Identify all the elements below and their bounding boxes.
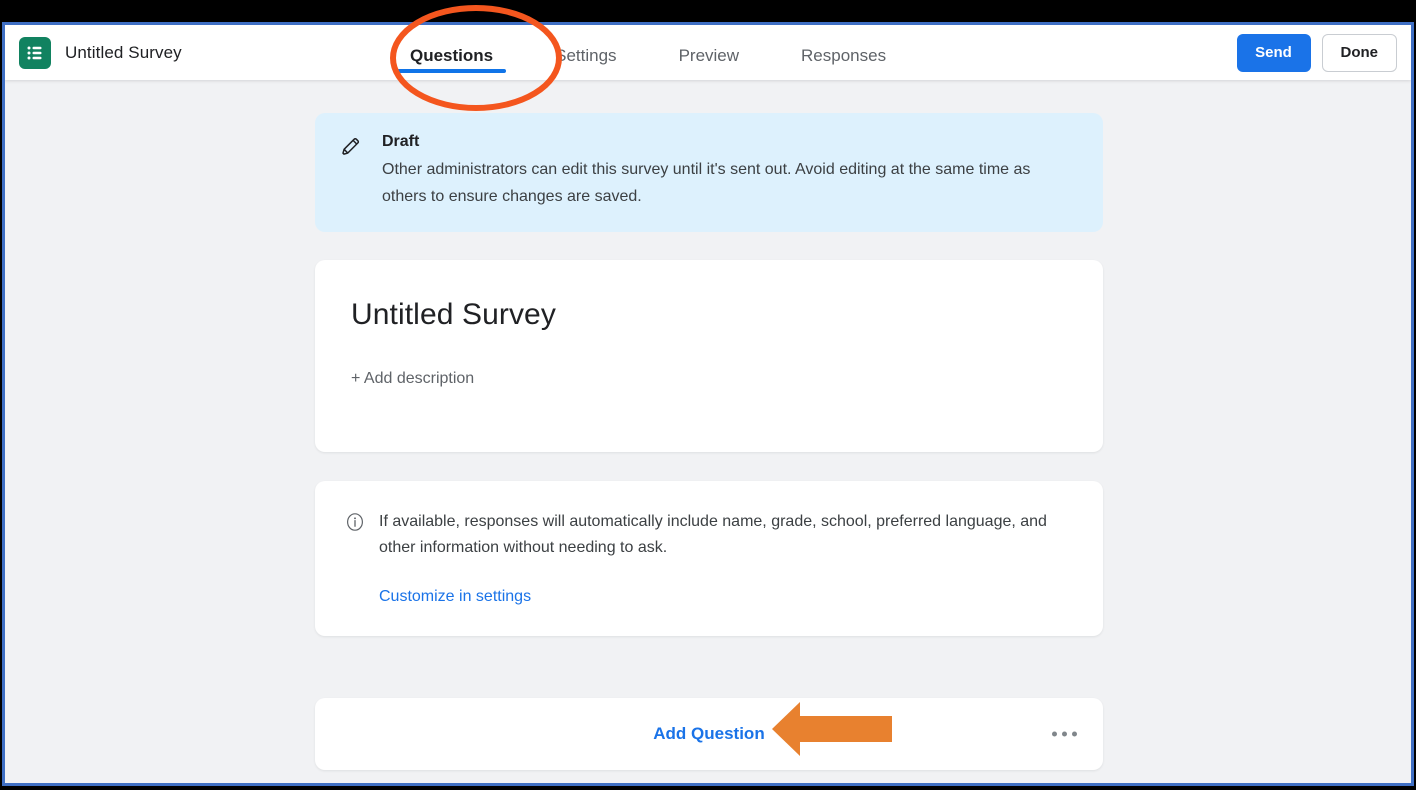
draft-banner-text: Other administrators can edit this surve… bbox=[382, 156, 1072, 210]
draft-banner-title: Draft bbox=[382, 133, 1079, 151]
info-row: If available, responses will automatical… bbox=[345, 509, 1067, 561]
tab-questions[interactable]: Questions bbox=[397, 25, 506, 80]
forms-list-icon[interactable] bbox=[19, 37, 51, 69]
survey-title-input[interactable]: Untitled Survey bbox=[351, 298, 1067, 332]
add-question-card: Add Question bbox=[315, 698, 1103, 770]
info-circle-icon bbox=[345, 509, 365, 561]
auto-include-info-text: If available, responses will automatical… bbox=[379, 509, 1049, 561]
tab-preview[interactable]: Preview bbox=[666, 25, 752, 80]
tab-bar: Questions Settings Preview Responses bbox=[397, 25, 899, 80]
browser-window-border: Untitled Survey Questions Settings Previ… bbox=[2, 22, 1414, 786]
app-window: Untitled Survey Questions Settings Previ… bbox=[5, 25, 1411, 783]
tab-settings[interactable]: Settings bbox=[542, 25, 629, 80]
header-left-group: Untitled Survey bbox=[19, 25, 182, 80]
tab-responses-label: Responses bbox=[801, 46, 886, 66]
header-actions: Send Done bbox=[1237, 25, 1398, 80]
app-header: Untitled Survey Questions Settings Previ… bbox=[5, 25, 1411, 80]
tab-settings-label: Settings bbox=[555, 46, 616, 66]
draft-banner-body: Draft Other administrators can edit this… bbox=[382, 133, 1079, 210]
main-content: Draft Other administrators can edit this… bbox=[5, 80, 1411, 783]
draft-banner: Draft Other administrators can edit this… bbox=[315, 113, 1103, 232]
tab-responses[interactable]: Responses bbox=[788, 25, 899, 80]
survey-title-card[interactable]: Untitled Survey + Add description bbox=[315, 260, 1103, 452]
screenshot-frame: Untitled Survey Questions Settings Previ… bbox=[0, 0, 1416, 790]
content-column: Draft Other administrators can edit this… bbox=[315, 80, 1103, 770]
app-title: Untitled Survey bbox=[65, 43, 182, 63]
send-button[interactable]: Send bbox=[1237, 34, 1311, 72]
add-description-input[interactable]: + Add description bbox=[351, 370, 474, 388]
auto-include-info-card: If available, responses will automatical… bbox=[315, 481, 1103, 636]
tab-questions-label: Questions bbox=[410, 46, 493, 66]
customize-in-settings-link[interactable]: Customize in settings bbox=[379, 588, 531, 606]
pencil-icon bbox=[339, 133, 365, 210]
done-button[interactable]: Done bbox=[1322, 34, 1398, 72]
add-question-link[interactable]: Add Question bbox=[653, 724, 764, 744]
more-options-icon[interactable] bbox=[1048, 726, 1081, 743]
tab-preview-label: Preview bbox=[679, 46, 739, 66]
